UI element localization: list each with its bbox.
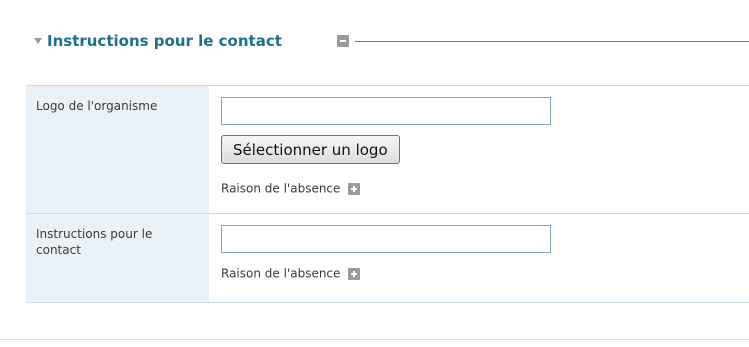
value-cell: Raison de l'absence bbox=[209, 214, 749, 302]
absence-reason-logo: Raison de l'absence bbox=[221, 178, 361, 196]
minus-box-icon[interactable] bbox=[337, 35, 349, 47]
plus-box-icon[interactable] bbox=[348, 267, 361, 280]
absence-reason-instructions: Raison de l'absence bbox=[221, 263, 361, 281]
field-label-logo: Logo de l'organisme bbox=[36, 99, 158, 113]
absence-reason-label[interactable]: Raison de l'absence bbox=[221, 267, 340, 281]
triangle-down-icon[interactable] bbox=[33, 36, 43, 46]
instructions-input[interactable] bbox=[221, 225, 551, 253]
absence-reason-label[interactable]: Raison de l'absence bbox=[221, 182, 340, 196]
form-row-logo: Logo de l'organisme Sélectionner un logo… bbox=[26, 85, 749, 213]
select-logo-button[interactable]: Sélectionner un logo bbox=[221, 135, 400, 164]
page: Instructions pour le contact Logo de l'o… bbox=[0, 0, 749, 347]
plus-box-icon[interactable] bbox=[348, 182, 361, 195]
section-title[interactable]: Instructions pour le contact bbox=[47, 32, 282, 50]
section-header: Instructions pour le contact bbox=[0, 30, 749, 56]
header-divider bbox=[355, 41, 749, 42]
bottom-divider bbox=[0, 339, 749, 340]
label-cell: Instructions pour le contact bbox=[26, 214, 209, 302]
value-cell: Sélectionner un logo Raison de l'absence bbox=[209, 86, 749, 213]
form-row-instructions: Instructions pour le contact Raison de l… bbox=[26, 213, 749, 303]
label-cell: Logo de l'organisme bbox=[26, 86, 209, 213]
logo-input[interactable] bbox=[221, 97, 551, 125]
field-label-instructions: Instructions pour le contact bbox=[36, 227, 153, 257]
